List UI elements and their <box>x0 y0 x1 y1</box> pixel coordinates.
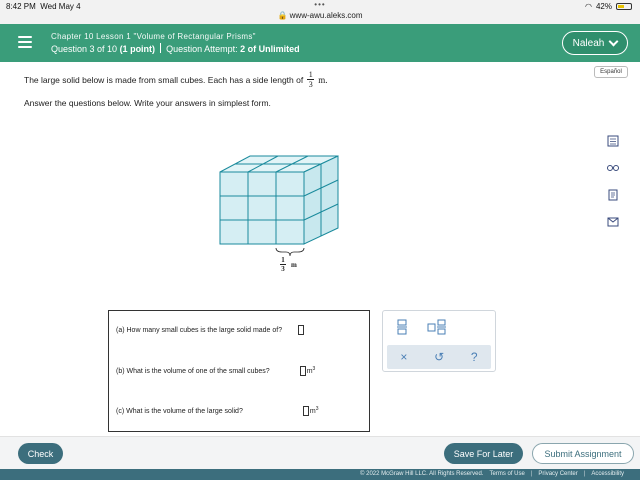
label-numerator: 1 <box>281 256 285 264</box>
label-unit: m <box>291 260 297 269</box>
tool-actions: × ↺ ? <box>387 345 491 369</box>
clear-button[interactable]: × <box>400 350 407 364</box>
chevron-down-icon <box>608 36 619 46</box>
figure-label: 1 3 m <box>280 256 297 273</box>
answer-panel: (a) How many small cubes is the large so… <box>108 310 370 432</box>
tab-dots[interactable]: ••• <box>0 0 640 9</box>
espanol-button[interactable]: Español <box>594 66 628 78</box>
instruction-text: Answer the questions below. Write your a… <box>24 98 271 108</box>
problem-text: The large solid below is made from small… <box>24 74 304 85</box>
math-tool-palette: × ↺ ? <box>382 310 496 372</box>
question-c-text: (c) What is the volume of the large soli… <box>116 407 243 415</box>
legal-bar: © 2022 McGraw Hill LLC. All Rights Reser… <box>0 469 640 480</box>
question-a-text: (a) How many small cubes is the large so… <box>116 326 283 334</box>
question-points: (1 point) <box>119 44 156 54</box>
side-toolbar <box>606 134 624 242</box>
question-b-text: (b) What is the volume of one of the sma… <box>116 367 270 375</box>
user-menu-button[interactable]: Naleah <box>562 31 628 55</box>
submit-assignment-button[interactable]: Submit Assignment <box>532 443 634 464</box>
user-name: Naleah <box>572 37 605 49</box>
url-bar[interactable]: 🔒 www-awu.aleks.com <box>0 11 640 20</box>
question-b: (b) What is the volume of one of the sma… <box>116 366 315 376</box>
question-info: Question 3 of 10 (1 point) Question Attem… <box>51 43 300 54</box>
menu-icon[interactable] <box>18 36 32 48</box>
fraction-denominator: 3 <box>308 80 313 89</box>
status-icons: ◠ 42% <box>585 2 632 11</box>
glasses-icon[interactable] <box>606 161 620 175</box>
ios-status-bar: 8:42 PM Wed May 4 ••• 🔒 www-awu.aleks.co… <box>0 0 640 24</box>
app-header: Chapter 10 Lesson 1 "Volume of Rectangul… <box>0 24 640 62</box>
mixed-number-icon[interactable] <box>427 319 447 340</box>
privacy-link[interactable]: Privacy Center <box>538 471 577 477</box>
battery-percent: 42% <box>595 2 612 11</box>
problem-statement: The large solid below is made from small… <box>24 70 328 89</box>
check-button[interactable]: Check <box>18 443 63 464</box>
calculator-icon[interactable] <box>606 134 620 148</box>
answer-c-exponent: 3 <box>315 406 319 412</box>
cube-solid-figure: 1 3 m <box>216 152 342 292</box>
footer-bar: Check Save For Later Submit Assignment <box>0 436 640 469</box>
chapter-title: Chapter 10 Lesson 1 "Volume of Rectangul… <box>51 32 256 41</box>
attempt-label: Question Attempt: <box>166 44 238 54</box>
fraction-icon[interactable] <box>397 319 407 340</box>
mail-icon[interactable] <box>606 215 620 229</box>
problem-unit: m. <box>318 74 328 85</box>
question-c: (c) What is the volume of the large soli… <box>116 406 318 416</box>
undo-button[interactable]: ↺ <box>434 350 444 364</box>
answer-c-input[interactable] <box>302 406 309 416</box>
attempt-value: 2 of Unlimited <box>240 44 300 54</box>
side-length-fraction: 1 3 <box>307 70 315 89</box>
help-button[interactable]: ? <box>471 350 478 364</box>
wifi-icon: ◠ <box>585 2 592 11</box>
answer-a-input[interactable] <box>298 325 305 335</box>
save-for-later-button[interactable]: Save For Later <box>444 443 523 464</box>
answer-b-input[interactable] <box>299 366 306 376</box>
battery-icon <box>616 3 632 10</box>
question-label: Question 3 of 10 <box>51 44 118 54</box>
answer-b-exponent: 3 <box>312 366 316 372</box>
notes-icon[interactable] <box>606 188 620 202</box>
terms-link[interactable]: Terms of Use <box>489 471 524 477</box>
copyright: © 2022 McGraw Hill LLC. All Rights Reser… <box>360 471 484 477</box>
accessibility-link[interactable]: Accessibility <box>591 471 624 477</box>
question-a: (a) How many small cubes is the large so… <box>116 325 305 335</box>
label-denominator: 3 <box>281 265 285 273</box>
fraction-numerator: 1 <box>308 70 313 79</box>
